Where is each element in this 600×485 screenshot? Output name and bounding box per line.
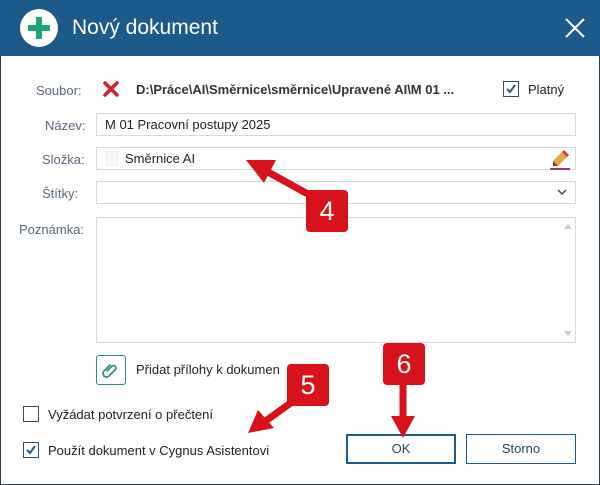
- use-assistant-label: Použít dokument v Cygnus Asistentovi: [48, 443, 270, 458]
- note-label: Poznámka:: [19, 222, 85, 237]
- title-bar: Nový dokument: [0, 0, 600, 56]
- file-label: Soubor:: [36, 83, 82, 98]
- plus-circle-icon: [20, 9, 58, 47]
- folder-color-swatch: [105, 151, 119, 166]
- valid-label: Platný: [528, 82, 565, 97]
- ok-button[interactable]: OK: [346, 434, 456, 464]
- check-icon: [506, 84, 516, 94]
- note-scrollbar[interactable]: [561, 218, 575, 342]
- note-textarea[interactable]: [96, 217, 576, 343]
- callout-badge-5: 5: [287, 364, 329, 406]
- remove-file-icon[interactable]: [102, 80, 120, 98]
- cancel-button[interactable]: Storno: [466, 434, 576, 464]
- file-path: D:\Práce\AI\Směrnice\směrnice\Upravené A…: [136, 82, 455, 97]
- callout-badge-4: 4: [306, 190, 348, 232]
- tags-label: Štítky:: [42, 186, 79, 201]
- close-button[interactable]: [560, 13, 590, 43]
- name-value: M 01 Pracovní postupy 2025: [105, 117, 271, 132]
- folder-select[interactable]: Směrnice AI: [96, 147, 576, 170]
- folder-value: Směrnice AI: [125, 151, 196, 166]
- folder-label: Složka:: [42, 152, 85, 167]
- add-attachment-button[interactable]: [96, 355, 126, 385]
- add-attachment-label[interactable]: Přidat přílohy k dokumen: [136, 362, 280, 378]
- scroll-down-icon: [564, 331, 572, 336]
- name-label: Název:: [45, 118, 86, 133]
- name-input[interactable]: M 01 Pracovní postupy 2025: [96, 113, 576, 136]
- chevron-down-icon: [557, 189, 567, 196]
- use-assistant-checkbox[interactable]: [23, 442, 39, 458]
- pencil-icon: [550, 150, 570, 170]
- callout-badge-6: 6: [383, 343, 425, 385]
- scroll-up-icon: [564, 224, 572, 229]
- check-icon: [26, 445, 36, 455]
- paperclip-icon: [102, 364, 117, 378]
- read-receipt-checkbox[interactable]: [23, 406, 39, 422]
- edit-folder-button[interactable]: [548, 147, 572, 171]
- dialog-title: Nový dokument: [72, 16, 218, 39]
- valid-checkbox[interactable]: [503, 81, 519, 97]
- read-receipt-label: Vyžádat potvrzení o přečtení: [48, 407, 214, 422]
- close-icon: [565, 18, 585, 38]
